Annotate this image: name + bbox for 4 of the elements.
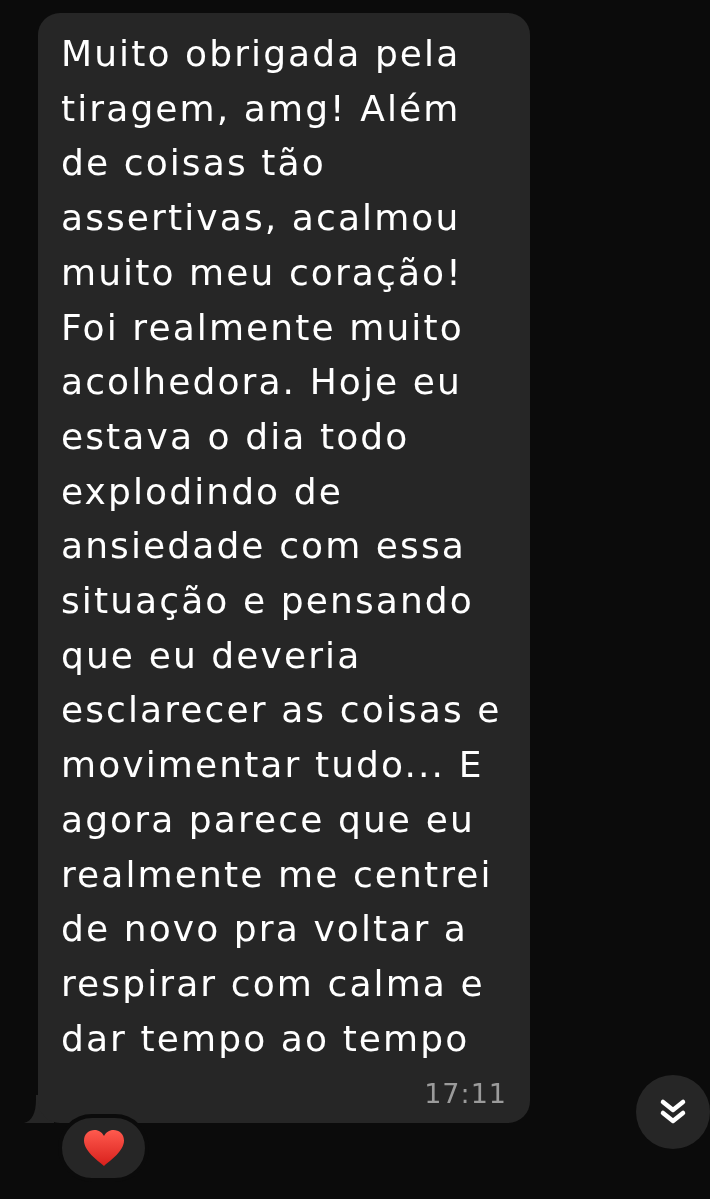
heart-icon — [82, 1129, 125, 1168]
double-chevron-down-icon — [659, 1098, 687, 1126]
message-time: 17:11 — [424, 1077, 507, 1112]
message-text: Muito obrigada pela tiragem, amg! Além de coisas tão assertivas, acalmou muito meu coração! Foi realmente muito acolhedora. Hoje eu estava o dia todo explodindo de ansiedade com essa situação e pensando que eu deveria esclarecer as coisas e movimentar tudo... E agora parece que eu realmente me centrei de novo pra voltar a respirar com calma e dar tempo ao tempo — [61, 32, 503, 1061]
